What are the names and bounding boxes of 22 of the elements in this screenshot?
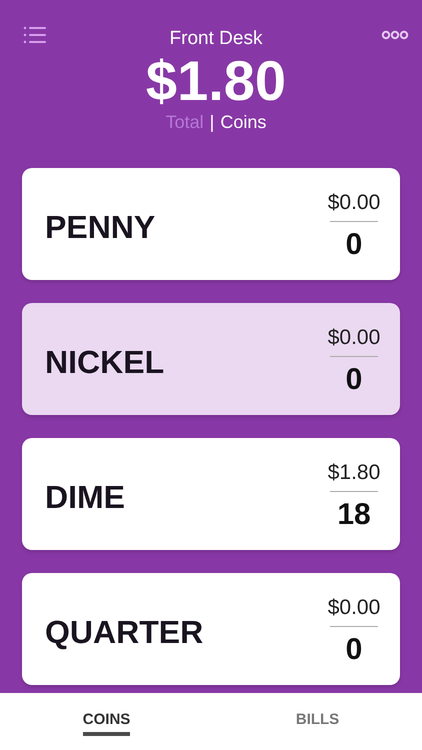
coin-count: 18 [337,498,371,532]
view-toggle[interactable]: Coins [220,112,266,133]
tab[interactable]: BILLS [296,711,340,736]
separator: | [210,112,214,133]
coin-name: DIME [45,478,125,516]
coin-card[interactable]: NICKEL $0.00 0 [22,303,400,415]
coin-name: NICKEL [45,344,164,380]
coin-name: PENNY [45,208,156,246]
coin-name: QUARTER [45,614,204,650]
coin-amount: $0.00 [330,596,378,626]
coin-amount: $1.80 [330,460,378,492]
coin-count: 0 [346,632,362,666]
coin-card[interactable]: QUARTER $0.00 0 [22,573,400,685]
coin-count: 0 [346,228,362,262]
coin-card[interactable]: DIME $1.80 18 [22,438,400,550]
total-amount: $1.80 [146,50,286,112]
coin-count: 0 [346,362,362,396]
coin-amount: $0.00 [330,190,378,222]
tab[interactable]: COINS [82,711,130,736]
coin-card[interactable]: PENNY $0.00 0 [22,168,400,280]
coin-amount: $0.00 [330,326,378,356]
title: Front Desk [170,28,262,50]
